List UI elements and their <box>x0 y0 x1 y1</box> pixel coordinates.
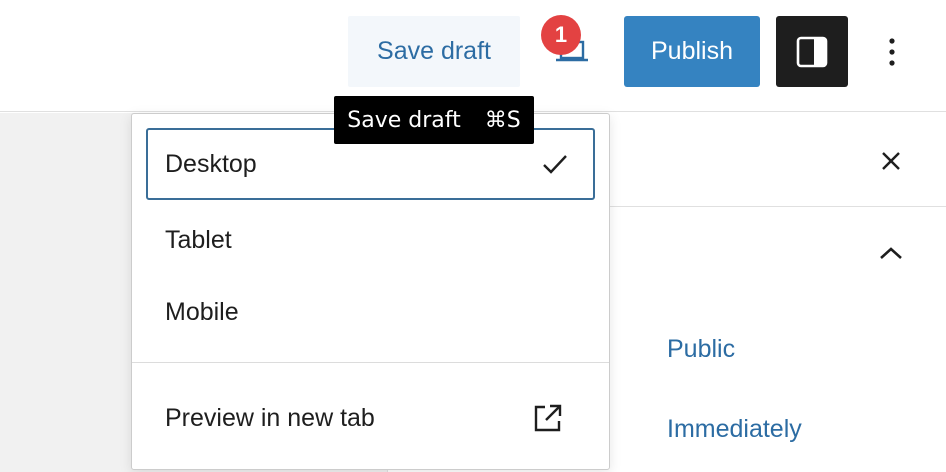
menu-divider <box>132 362 609 363</box>
preview-in-new-tab-label: Preview in new tab <box>165 403 375 432</box>
step-badge-1: 1 <box>541 15 581 55</box>
external-link-icon <box>534 404 562 432</box>
close-sidebar-button[interactable] <box>867 137 915 185</box>
close-icon <box>882 152 900 170</box>
menu-item-tablet[interactable]: Tablet <box>146 204 595 276</box>
chevron-up-icon <box>880 247 902 259</box>
menu-item-mobile[interactable]: Mobile <box>146 276 595 348</box>
menu-item-label: Desktop <box>165 149 257 178</box>
tooltip-shortcut: ⌘S <box>484 107 521 133</box>
check-icon <box>541 150 569 178</box>
sidebar-panel-icon <box>796 36 828 67</box>
more-vertical-icon <box>889 38 895 66</box>
tooltip-label: Save draft <box>347 107 461 133</box>
publish-date-link[interactable]: Immediately <box>667 415 802 444</box>
menu-item-label: Mobile <box>165 297 239 326</box>
settings-toggle-button[interactable] <box>776 16 848 87</box>
save-draft-tooltip: Save draft ⌘S <box>334 96 534 144</box>
preview-in-new-tab-link[interactable]: Preview in new tab <box>146 382 595 454</box>
panel-collapse-button[interactable] <box>867 229 915 277</box>
visibility-value-link[interactable]: Public <box>667 335 735 364</box>
publish-button[interactable]: Publish <box>624 16 760 87</box>
save-draft-button[interactable]: Save draft <box>348 16 520 87</box>
options-menu-button[interactable] <box>872 28 912 76</box>
menu-item-label: Tablet <box>165 225 232 254</box>
preview-dropdown-menu: Desktop Tablet Mobile Preview in new tab <box>131 113 610 470</box>
